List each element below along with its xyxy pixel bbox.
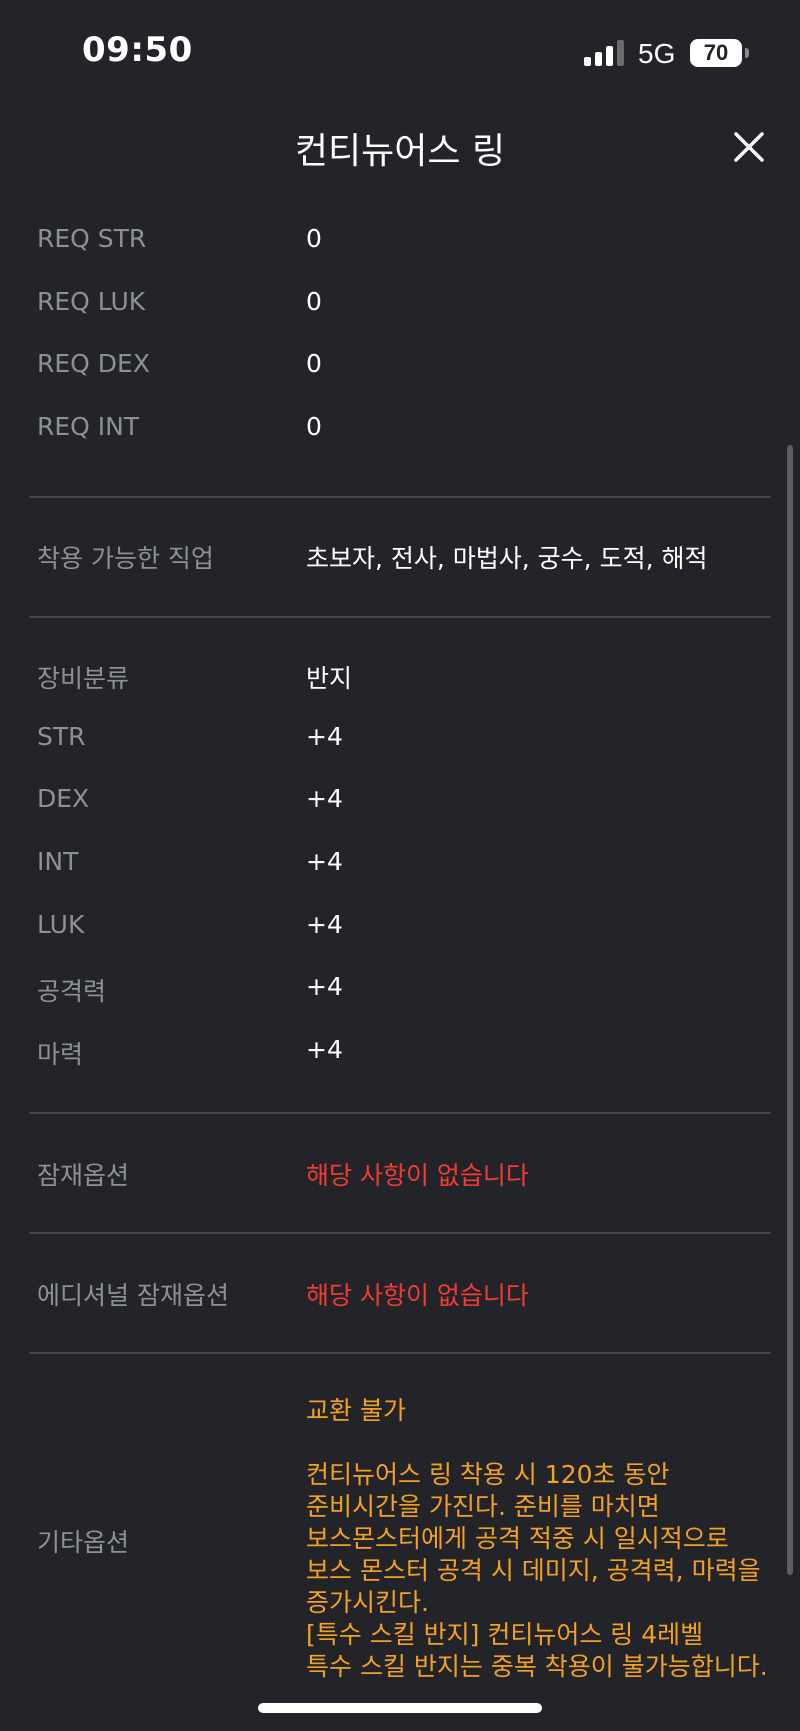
potential-label: 잠재옵션 xyxy=(37,1161,130,1190)
stat-value: 0 xyxy=(306,349,322,379)
etc-trade: 교환 불가 xyxy=(306,1396,406,1425)
stat-row: STR +4 xyxy=(0,708,800,771)
etc-description: 컨티뉴어스 링 착용 시 120초 동안 준비시간을 가진다. 준비를 마치면 … xyxy=(306,1459,768,1683)
stat-row: REQ STR 0 xyxy=(0,210,800,273)
stat-value: +4 xyxy=(306,972,343,1002)
etc-line: [특수 스킬 반지] 컨티뉴어스 링 4레벨 xyxy=(306,1620,704,1649)
stat-value: 0 xyxy=(306,412,322,442)
requirements-section: REQ STR 0 REQ LUK 0 REQ DEX 0 REQ INT 0 xyxy=(0,210,800,461)
stat-value: +4 xyxy=(306,909,343,939)
stat-value: 0 xyxy=(306,286,322,316)
close-button[interactable] xyxy=(726,124,772,170)
stat-label: INT xyxy=(37,847,79,877)
etc-line: 컨티뉴어스 링 착용 시 120초 동안 xyxy=(306,1460,670,1489)
stat-label: REQ INT xyxy=(37,412,140,442)
section-divider xyxy=(29,1112,771,1114)
stat-label: 장비분류 xyxy=(37,664,130,693)
stat-row: LUK +4 xyxy=(0,896,800,959)
potential-value: 해당 사항이 없습니다 xyxy=(306,1161,529,1190)
etc-line: 특수 스킬 반지는 중복 착용이 불가능합니다. xyxy=(306,1652,768,1681)
section-divider xyxy=(29,1352,771,1354)
stat-label: DEX xyxy=(37,784,90,814)
stat-label: REQ LUK xyxy=(37,286,146,316)
stat-row: REQ DEX 0 xyxy=(0,335,800,398)
home-indicator[interactable] xyxy=(258,1703,542,1713)
scrollbar[interactable] xyxy=(787,445,793,1575)
stat-label: REQ STR xyxy=(37,224,147,253)
potential-row: 잠재옵션 해당 사항이 없습니다 xyxy=(0,1142,800,1205)
additional-potential-row: 에디셔널 잠재옵션 해당 사항이 없습니다 xyxy=(0,1262,800,1325)
network-label: 5G xyxy=(638,38,676,69)
battery-icon: 70 xyxy=(690,39,742,67)
battery-level: 70 xyxy=(703,40,729,65)
stat-label: REQ DEX xyxy=(37,349,150,379)
page-title: 컨티뉴어스 링 xyxy=(294,131,506,172)
additional-potential-value: 해당 사항이 없습니다 xyxy=(306,1281,529,1310)
stat-value: +4 xyxy=(306,847,343,877)
additional-potential-label: 에디셔널 잠재옵션 xyxy=(37,1281,229,1310)
item-detail: REQ STR 0 REQ LUK 0 REQ DEX 0 REQ INT 0 xyxy=(0,210,800,461)
stat-row: REQ INT 0 xyxy=(0,398,800,461)
stat-value: +4 xyxy=(306,721,343,751)
status-time: 09:50 xyxy=(82,30,193,70)
jobs-value: 초보자, 전사, 마법사, 궁수, 도적, 해적 xyxy=(306,544,708,573)
stat-row: INT +4 xyxy=(0,833,800,896)
etc-label: 기타옵션 xyxy=(37,1528,130,1557)
stat-row: 장비분류 반지 xyxy=(0,645,800,708)
stat-label: 마력 xyxy=(37,1040,84,1070)
stat-row: REQ LUK 0 xyxy=(0,273,800,336)
stat-label: LUK xyxy=(37,909,85,939)
stat-label: STR xyxy=(37,721,86,751)
jobs-label: 착용 가능한 직업 xyxy=(37,544,214,573)
etc-line: 보스 몬스터 공격 시 데미지, 공격력, 마력을 xyxy=(306,1556,761,1585)
section-divider xyxy=(29,616,771,618)
stat-value: 0 xyxy=(306,224,322,253)
stat-value: +4 xyxy=(306,784,343,814)
etc-line: 보스몬스터에게 공격 적중 시 일시적으로 xyxy=(306,1524,729,1553)
section-divider xyxy=(29,1232,771,1234)
section-divider xyxy=(29,496,771,498)
stat-value: +4 xyxy=(306,1035,343,1065)
close-icon xyxy=(734,132,764,162)
battery-tip xyxy=(745,48,749,58)
etc-line: 증가시킨다. xyxy=(306,1588,429,1617)
status-bar: 09:50 5G 70 xyxy=(0,0,800,100)
etc-line: 준비시간을 가진다. 준비를 마치면 xyxy=(306,1492,660,1521)
stat-row: 공격력 +4 xyxy=(0,958,800,1021)
signal-icon xyxy=(584,40,626,66)
stat-row: DEX +4 xyxy=(0,770,800,833)
equip-stats-section: 장비분류 반지 STR +4 DEX +4 INT +4 LUK +4 공격력 … xyxy=(0,645,800,1084)
stat-value: 반지 xyxy=(306,664,353,693)
stat-row: 마력 +4 xyxy=(0,1021,800,1084)
stat-label: 공격력 xyxy=(37,977,107,1007)
jobs-row: 착용 가능한 직업 초보자, 전사, 마법사, 궁수, 도적, 해적 xyxy=(0,525,800,588)
